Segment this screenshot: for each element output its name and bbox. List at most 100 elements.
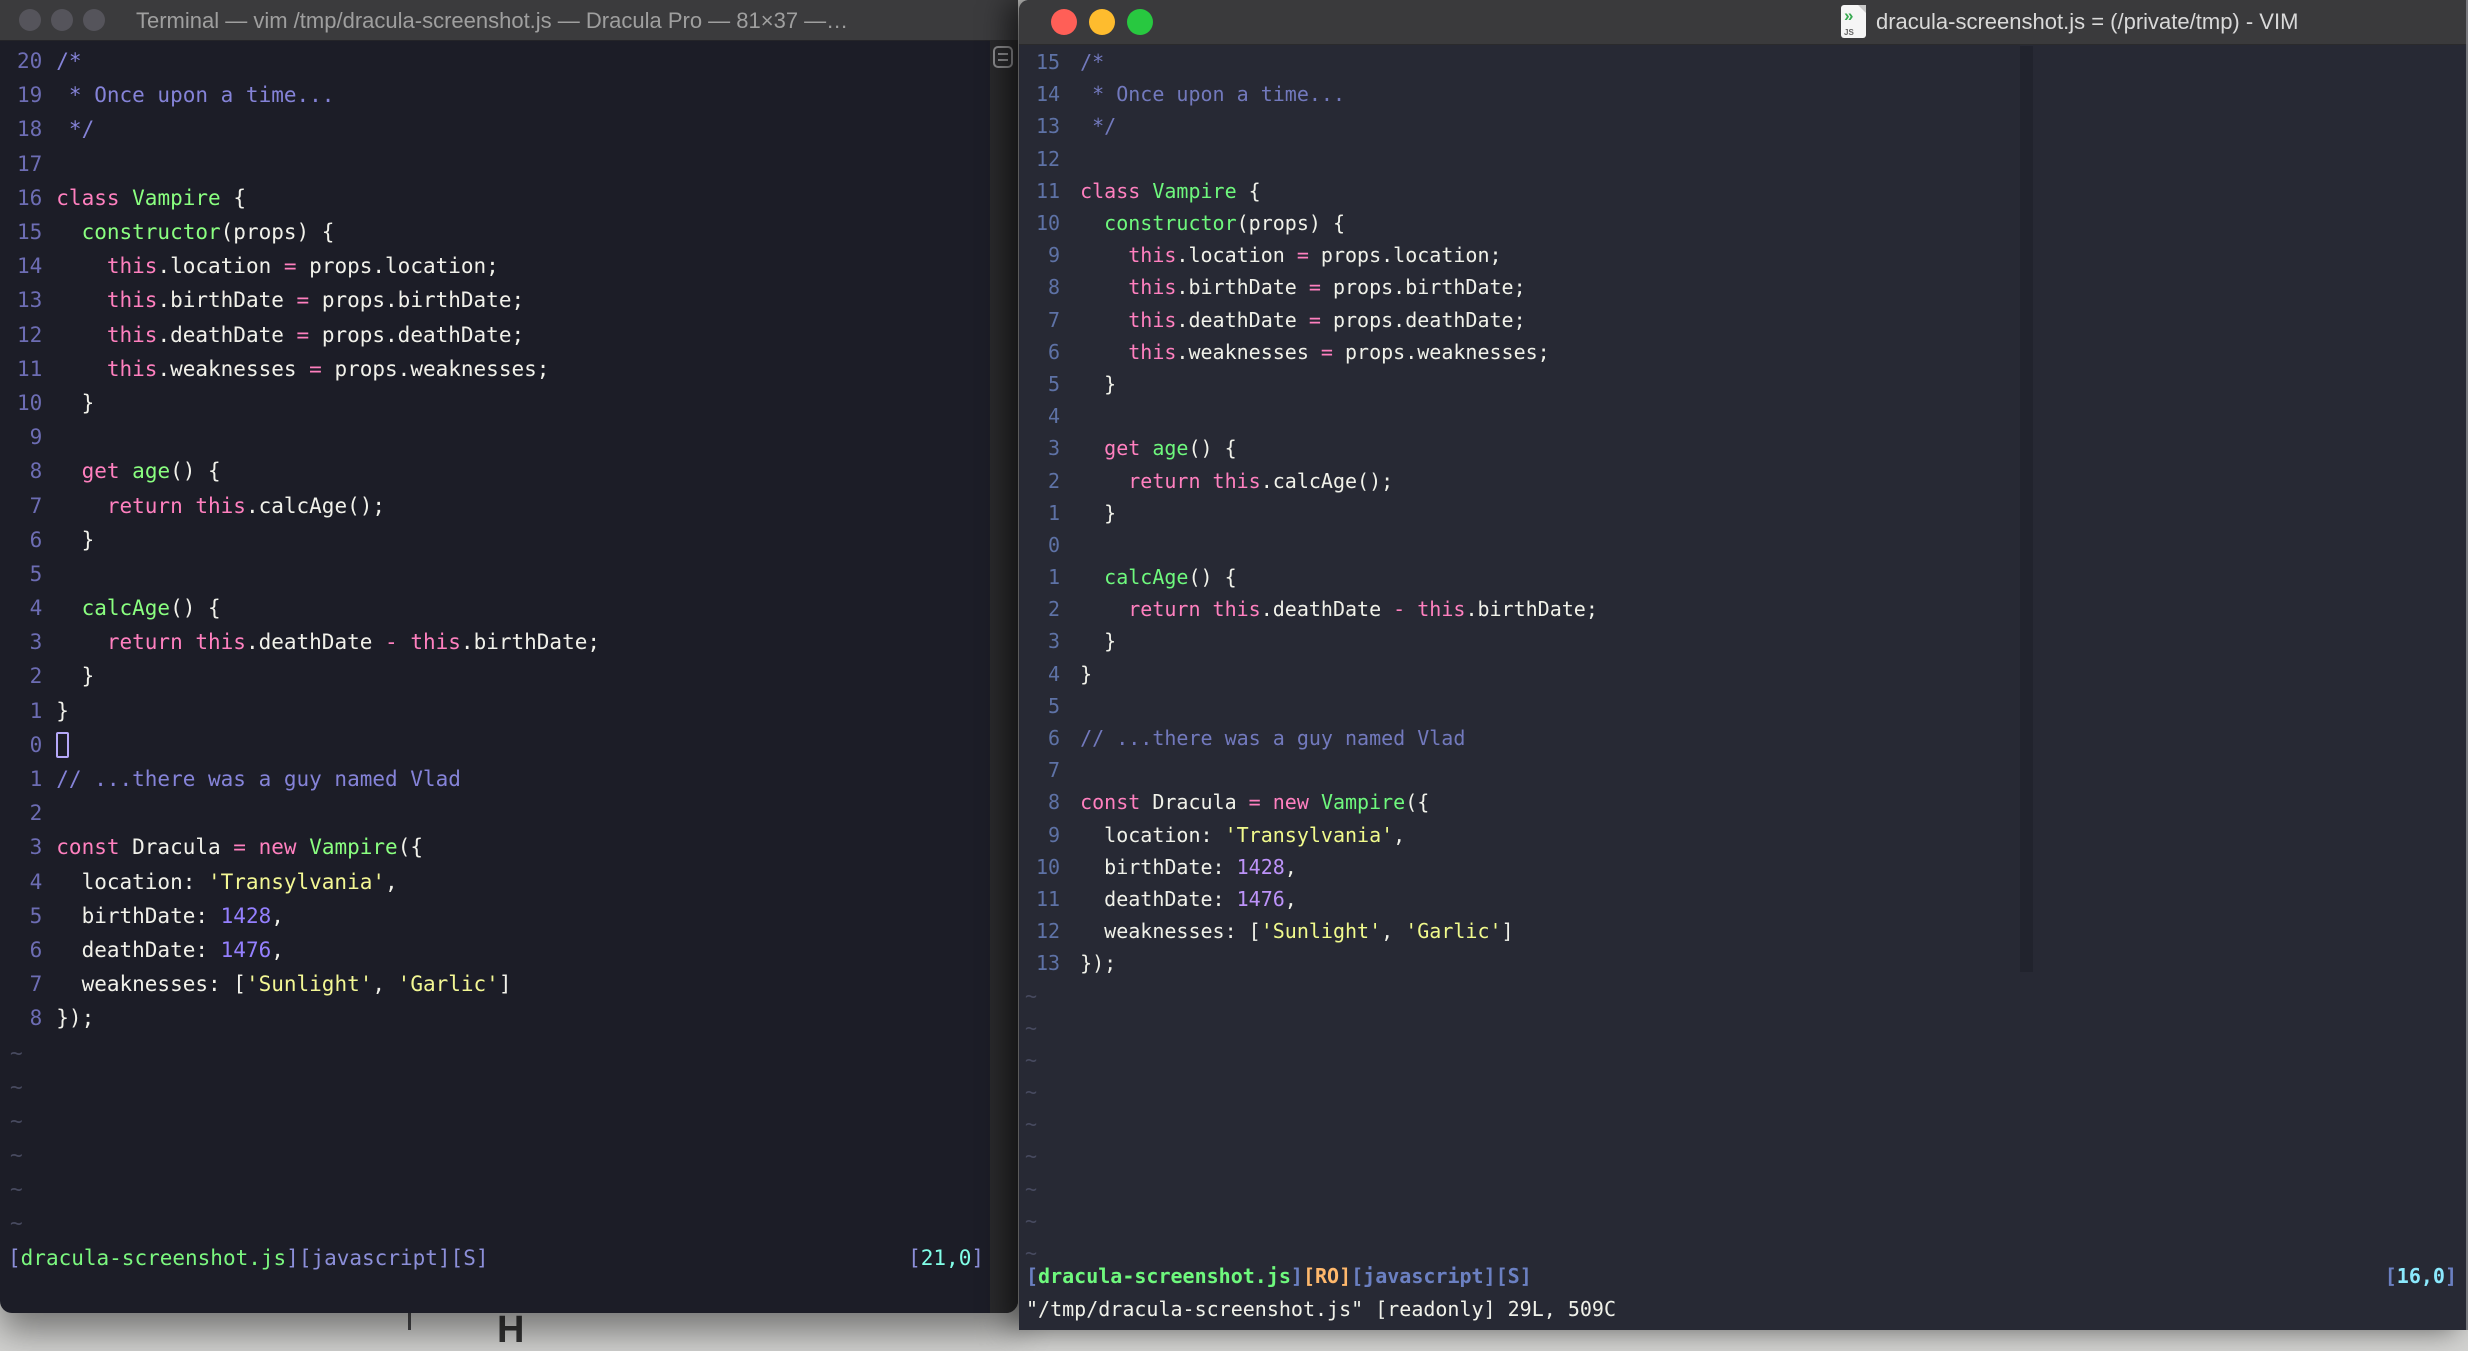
minimize-button-icon[interactable] (1089, 9, 1115, 35)
code-line: 19 * Once upon a time... (17, 83, 335, 108)
code-line: 4 location: 'Transylvania', (0, 865, 990, 899)
zoom-button-icon[interactable] (1127, 9, 1153, 35)
vim-statusline: [dracula-screenshot.js][RO][javascript][… (1026, 1264, 1532, 1288)
code-line: 10 birthDate: 1428, (1036, 854, 1297, 879)
line-number: 8 (1048, 275, 1061, 300)
line-number: 2 (1048, 468, 1061, 493)
tilde-line: ~ (0, 1104, 990, 1138)
line-number: 6 (29, 937, 43, 962)
code-line: 3 } (1019, 625, 2468, 657)
code-line: 6 } (0, 523, 990, 557)
split-pane-button[interactable] (993, 46, 1013, 68)
line-number: 3 (29, 630, 43, 655)
window-title: dracula-screenshot.js = (/private/tmp) -… (1876, 8, 2299, 34)
line-number: 5 (1048, 693, 1061, 718)
code-line: 5 (1019, 690, 2468, 722)
line-number: 17 (17, 151, 43, 176)
right-code[interactable]: 15/* 14 * Once upon a time... 13 */12 11 cla… (1019, 46, 2468, 1269)
tilde-marker: ~ (10, 1143, 23, 1168)
code-line: 7 return this .calcAge(); (0, 488, 990, 522)
close-button-icon[interactable] (19, 9, 41, 31)
line-number: 12 (1036, 146, 1061, 171)
code-line: 5 } (1019, 368, 2468, 400)
code-line: 12 this .deathDate = props.deathDate; (17, 322, 525, 347)
code-line: 11 this .weaknesses = props.weaknesses; (17, 356, 550, 381)
line-number: 2 (29, 664, 43, 689)
tilde-line: ~ (0, 1070, 990, 1104)
code-line: 8 const Dracula = new Vampire({ (1019, 786, 2468, 818)
minimize-button-icon[interactable] (51, 9, 73, 31)
code-line: 7 (1019, 754, 2468, 786)
line-number: 13 (17, 288, 43, 313)
line-number: 3 (1048, 629, 1061, 654)
line-number: 4 (29, 869, 43, 894)
terminal-titlebar[interactable]: Terminal — vim /tmp/dracula-screenshot.j… (0, 0, 1018, 41)
code-line: 13 this .birthDate = props.birthDate; (17, 288, 525, 313)
tilde-marker: ~ (1025, 1080, 1038, 1105)
line-number: 11 (17, 356, 43, 381)
left-code[interactable]: 20/* 19 * Once upon a time... 18 */17 16 cla… (0, 44, 990, 1241)
line-number: 10 (17, 390, 43, 415)
close-button-icon[interactable] (1051, 9, 1077, 35)
line-number: 8 (29, 459, 43, 484)
macvim-titlebar[interactable]: » JS dracula-screenshot.js = (/private/t… (1019, 0, 2468, 45)
scrollbar-thumb[interactable] (2020, 46, 2033, 972)
line-number: 7 (29, 972, 43, 997)
tilde-marker: ~ (10, 1211, 23, 1236)
code-line: 10 constructor (props) { (1036, 211, 1345, 236)
line-number: 7 (29, 493, 43, 518)
line-number: 19 (17, 83, 43, 108)
code-line: 9 location: 'Transylvania', (1019, 819, 2468, 851)
code-line: 7 this .deathDate = props.deathDate; (1019, 304, 2468, 336)
code-line: 15 constructor (props) { (17, 220, 335, 245)
line-number: 9 (1048, 243, 1061, 268)
code-line: 18 */ (17, 117, 95, 142)
status-segment: [javascript][S] (1351, 1264, 1532, 1288)
terminal-scrollbar[interactable] (990, 40, 1018, 1313)
tilde-marker: ~ (1025, 1015, 1038, 1040)
line-number: 5 (1048, 371, 1061, 396)
status-segment: ] (286, 1246, 299, 1270)
tilde-line: ~ (1019, 1012, 2468, 1044)
tilde-marker: ~ (10, 1177, 23, 1202)
line-number: 10 (1036, 211, 1061, 236)
status-segment: [javascript][S] (298, 1246, 489, 1270)
code-line: 0 (0, 728, 990, 762)
line-number: 11 (1036, 886, 1061, 911)
code-line: 13}); (1036, 951, 1117, 976)
left-statusline: [dracula-screenshot.js][javascript][S] (8, 1246, 488, 1270)
line-number: 2 (1048, 597, 1061, 622)
line-number: 12 (1036, 919, 1061, 944)
status-segment: 21,0 (920, 1246, 972, 1270)
line-number: 12 (17, 322, 43, 347)
code-line: 12 (1019, 143, 2468, 175)
code-line: 4 calcAge() { (0, 591, 990, 625)
line-number: 7 (1048, 758, 1061, 783)
title-group: » JS dracula-screenshot.js = (/private/t… (1841, 5, 2298, 38)
code-line: 1// ...there was a guy named Vlad (0, 762, 990, 796)
line-number: 4 (1048, 404, 1061, 429)
code-line: 6 deathDate: 1476, (0, 933, 990, 967)
status-segment: ] (2444, 1264, 2457, 1288)
desktop-partial-text: H (497, 1309, 525, 1351)
tilde-marker: ~ (1025, 1047, 1038, 1072)
status-segment: 16,0 (2396, 1264, 2445, 1288)
code-line: 8 this .birthDate = props.birthDate; (1019, 271, 2468, 303)
code-line: 1} (0, 694, 990, 728)
line-number: 5 (29, 561, 43, 586)
window-title: Terminal — vim /tmp/dracula-screenshot.j… (136, 8, 849, 33)
code-line: 1 calcAge() { (1019, 561, 2468, 593)
code-line: 7 weaknesses: ['Sunlight', 'Garlic'] (0, 967, 990, 1001)
line-number: 1 (29, 767, 43, 792)
zoom-button-icon[interactable] (83, 9, 105, 31)
line-number: 13 (1036, 114, 1061, 139)
code-line: 8}); (0, 1001, 990, 1035)
line-number: 7 (1048, 307, 1061, 332)
line-number: 11 (1036, 178, 1061, 203)
code-line: 16 class Vampire { (17, 185, 246, 210)
tilde-marker: ~ (1025, 1176, 1038, 1201)
status-segment: ] (1290, 1264, 1303, 1288)
line-number: 6 (29, 527, 43, 552)
tilde-line: ~ (1019, 1044, 2468, 1076)
line-number: 15 (17, 220, 43, 245)
